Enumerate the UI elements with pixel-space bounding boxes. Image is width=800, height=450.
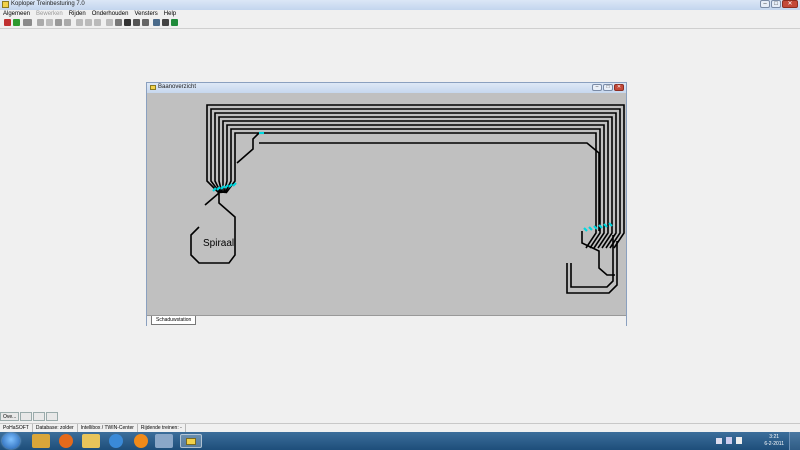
volume-icon[interactable] bbox=[736, 437, 742, 444]
explorer-taskbar-icon[interactable] bbox=[32, 434, 50, 448]
spiraal-label: Spiraal bbox=[203, 238, 234, 249]
train-icon[interactable] bbox=[23, 19, 32, 26]
menu-algemeen[interactable]: Algemeen bbox=[3, 10, 30, 18]
track-line bbox=[224, 128, 601, 249]
koploper-icon bbox=[186, 438, 196, 445]
route-icon[interactable] bbox=[133, 19, 140, 26]
copy-icon[interactable] bbox=[94, 19, 101, 26]
menu-bar: Algemeen Bewerken Rijden Onderhouden Ven… bbox=[0, 10, 800, 18]
app-title: Koploper Treinbesturing 7.0 bbox=[11, 1, 85, 7]
baanoverzicht-window: Baanoverzicht – □ ✕ Spiraal Schaduwstati… bbox=[146, 82, 627, 326]
network-status-icon[interactable] bbox=[726, 437, 732, 444]
tab-schaduwstation[interactable]: Schaduwstation bbox=[151, 316, 197, 325]
track-lines bbox=[190, 104, 625, 294]
save-icon[interactable] bbox=[55, 19, 62, 26]
ie-taskbar-icon[interactable] bbox=[109, 434, 123, 448]
media-player-taskbar-icon[interactable] bbox=[134, 434, 148, 448]
network-icon[interactable] bbox=[153, 19, 160, 26]
show-desktop-button[interactable] bbox=[789, 432, 800, 450]
folder-taskbar-icon[interactable] bbox=[82, 434, 100, 448]
track-highlight bbox=[588, 226, 593, 231]
print-preview-icon[interactable] bbox=[64, 19, 71, 26]
clock-date: 6-2-2011 bbox=[764, 441, 784, 447]
track-line bbox=[236, 132, 260, 164]
child-minimize-button[interactable]: – bbox=[592, 84, 602, 91]
switch-icon[interactable] bbox=[115, 19, 122, 26]
minimize-button[interactable]: – bbox=[760, 0, 770, 8]
tray-arrow-icon[interactable] bbox=[716, 438, 722, 444]
layout-tab-strip: Schaduwstation bbox=[147, 315, 626, 326]
signal-red-icon[interactable] bbox=[4, 19, 11, 26]
track-line bbox=[581, 231, 615, 276]
track-line bbox=[210, 108, 621, 249]
menu-rijden[interactable]: Rijden bbox=[69, 10, 86, 18]
track-line bbox=[204, 192, 220, 206]
toolbar bbox=[0, 18, 800, 29]
window-controls: – □ ✕ bbox=[760, 0, 798, 9]
block-icon[interactable] bbox=[142, 19, 149, 26]
grid-icon[interactable] bbox=[46, 19, 53, 26]
menu-bewerken[interactable]: Bewerken bbox=[36, 10, 63, 18]
mdi-tab-overview[interactable]: Ove... bbox=[0, 412, 20, 421]
undo-icon[interactable] bbox=[85, 19, 92, 26]
clock[interactable]: 3:21 6-2-2011 bbox=[764, 434, 784, 448]
child-window-icon bbox=[150, 85, 156, 90]
close-button[interactable]: ✕ bbox=[782, 0, 798, 8]
mdi-tab-3[interactable] bbox=[33, 412, 46, 421]
child-close-button[interactable]: ✕ bbox=[614, 84, 624, 91]
windows-taskbar: 3:21 6-2-2011 bbox=[0, 432, 800, 450]
menu-vensters[interactable]: Vensters bbox=[134, 10, 157, 18]
track-line bbox=[225, 132, 597, 249]
dollar-icon[interactable] bbox=[37, 19, 44, 26]
child-window-controls: – □ ✕ bbox=[592, 84, 624, 91]
track-line bbox=[222, 120, 609, 249]
mdi-minimized-tabs: Ove... bbox=[0, 412, 59, 422]
app-titlebar: Koploper Treinbesturing 7.0 – □ ✕ bbox=[0, 0, 800, 10]
printer-icon[interactable] bbox=[162, 19, 169, 26]
menu-help[interactable]: Help bbox=[164, 10, 176, 18]
child-titlebar: Baanoverzicht – □ ✕ bbox=[147, 83, 626, 93]
track-highlights bbox=[212, 131, 613, 232]
menu-onderhouden[interactable]: Onderhouden bbox=[92, 10, 129, 18]
track-line bbox=[218, 116, 613, 249]
track-highlight bbox=[583, 227, 588, 232]
cut-icon[interactable] bbox=[76, 19, 83, 26]
track-layout[interactable]: Spiraal bbox=[147, 93, 626, 315]
signal-green-icon[interactable] bbox=[13, 19, 20, 26]
clock-time: 3:21 bbox=[769, 434, 780, 440]
mdi-tab-4[interactable] bbox=[46, 412, 59, 421]
koploper-taskbar-icon[interactable] bbox=[180, 434, 202, 448]
exit-icon[interactable] bbox=[171, 19, 178, 26]
track-line bbox=[190, 193, 236, 264]
firefox-taskbar-icon[interactable] bbox=[59, 434, 73, 448]
speaker-icon[interactable] bbox=[124, 19, 131, 26]
mdi-tab-2[interactable] bbox=[20, 412, 33, 421]
wand-icon[interactable] bbox=[106, 19, 113, 26]
network-taskbar-icon[interactable] bbox=[155, 434, 173, 448]
app-icon bbox=[2, 1, 9, 8]
start-button[interactable] bbox=[2, 433, 20, 449]
child-window-title: Baanoverzicht bbox=[158, 84, 197, 90]
track-line bbox=[259, 142, 600, 231]
track-line bbox=[570, 235, 614, 288]
maximize-button[interactable]: □ bbox=[771, 0, 781, 8]
child-maximize-button[interactable]: □ bbox=[603, 84, 613, 91]
track-line bbox=[206, 104, 625, 249]
system-tray: 3:21 6-2-2011 bbox=[716, 432, 800, 450]
